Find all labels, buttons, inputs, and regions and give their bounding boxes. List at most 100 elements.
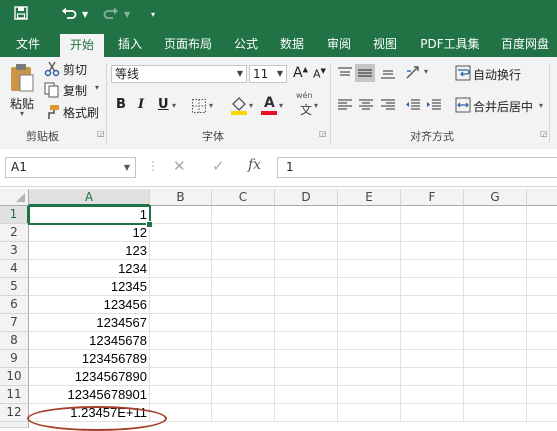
cell[interactable]: [338, 242, 401, 260]
italic-button[interactable]: I: [138, 97, 144, 112]
cell[interactable]: [212, 368, 275, 386]
cell[interactable]: [464, 368, 527, 386]
cell[interactable]: [212, 386, 275, 404]
align-right-icon[interactable]: [380, 98, 396, 115]
cell[interactable]: [464, 386, 527, 404]
fill-handle[interactable]: [146, 221, 153, 228]
row-header[interactable]: 1: [0, 206, 29, 224]
tab-view[interactable]: 视图: [366, 31, 404, 57]
paste-button[interactable]: 粘贴 ▾: [6, 61, 40, 121]
cell[interactable]: [464, 350, 527, 368]
cell[interactable]: [275, 296, 338, 314]
row-header[interactable]: 6: [0, 296, 29, 314]
cell[interactable]: [527, 278, 557, 296]
cell[interactable]: [212, 296, 275, 314]
cell[interactable]: [338, 260, 401, 278]
cell[interactable]: [150, 224, 212, 242]
cell[interactable]: [338, 350, 401, 368]
font-name-select[interactable]: 等线 ▼: [111, 65, 247, 83]
cell[interactable]: [275, 332, 338, 350]
cell[interactable]: [338, 404, 401, 422]
cell[interactable]: [401, 386, 464, 404]
name-box-dropdown-icon[interactable]: ▼: [124, 158, 130, 177]
align-middle-icon[interactable]: [355, 64, 375, 82]
tab-formulas[interactable]: 公式: [227, 31, 265, 57]
cell-a[interactable]: 123: [29, 242, 150, 260]
cell[interactable]: [212, 404, 275, 422]
cell[interactable]: [464, 242, 527, 260]
column-header-b[interactable]: B: [150, 189, 212, 206]
cell[interactable]: [527, 314, 557, 332]
increase-font-size-button[interactable]: A▲: [293, 65, 308, 81]
column-header-c[interactable]: C: [212, 189, 275, 206]
save-icon[interactable]: [14, 6, 28, 24]
row-header[interactable]: 9: [0, 350, 29, 368]
cell-a[interactable]: 123456: [29, 296, 150, 314]
align-left-icon[interactable]: [337, 98, 353, 115]
cell[interactable]: [464, 260, 527, 278]
cell[interactable]: [401, 368, 464, 386]
font-color-icon[interactable]: A: [260, 94, 278, 119]
cell[interactable]: [212, 206, 275, 224]
row-header[interactable]: 7: [0, 314, 29, 332]
cell[interactable]: [212, 350, 275, 368]
cell[interactable]: [150, 278, 212, 296]
orientation-dropdown-icon[interactable]: ▾: [424, 67, 428, 76]
row-header[interactable]: 12: [0, 404, 29, 422]
cut-button[interactable]: 剪切: [44, 60, 94, 78]
column-header-e[interactable]: E: [338, 189, 401, 206]
column-header-f[interactable]: F: [401, 189, 464, 206]
select-all-button[interactable]: [0, 189, 29, 206]
cell[interactable]: [527, 260, 557, 278]
cell[interactable]: [527, 242, 557, 260]
name-box[interactable]: A1 ▼: [5, 157, 136, 178]
cell-a[interactable]: 12345678: [29, 332, 150, 350]
row-header[interactable]: 5: [0, 278, 29, 296]
decrease-indent-icon[interactable]: [405, 98, 421, 115]
decrease-font-size-button[interactable]: A▼: [313, 67, 326, 81]
insert-function-icon[interactable]: fx: [248, 157, 261, 173]
tab-pdf-tools[interactable]: PDF工具集: [412, 31, 488, 57]
cell[interactable]: [401, 242, 464, 260]
cancel-icon[interactable]: ✕: [173, 157, 186, 175]
tab-file[interactable]: 文件: [6, 31, 50, 57]
undo-icon[interactable]: [61, 6, 77, 24]
cell[interactable]: [338, 224, 401, 242]
cell[interactable]: [275, 386, 338, 404]
cell[interactable]: [212, 332, 275, 350]
cell[interactable]: [212, 260, 275, 278]
increase-indent-icon[interactable]: [426, 98, 442, 115]
cell[interactable]: [464, 314, 527, 332]
cell[interactable]: [212, 242, 275, 260]
row-header[interactable]: 4: [0, 260, 29, 278]
tab-data[interactable]: 数据: [273, 31, 311, 57]
cell[interactable]: [150, 404, 212, 422]
cell[interactable]: [464, 224, 527, 242]
cell[interactable]: [401, 404, 464, 422]
tab-home[interactable]: 开始: [60, 34, 104, 57]
cell[interactable]: [401, 314, 464, 332]
cell[interactable]: [527, 224, 557, 242]
formula-input[interactable]: 1: [277, 157, 557, 178]
cell[interactable]: [275, 404, 338, 422]
cell[interactable]: [401, 260, 464, 278]
cell[interactable]: [275, 350, 338, 368]
font-dialog-launcher-icon[interactable]: ◲: [319, 130, 327, 138]
cell-a[interactable]: 1: [29, 206, 150, 224]
row-header[interactable]: 8: [0, 332, 29, 350]
cell[interactable]: [464, 296, 527, 314]
cell[interactable]: [150, 296, 212, 314]
customize-qat-icon[interactable]: ▾: [151, 6, 155, 24]
cell-a[interactable]: 12345678901: [29, 386, 150, 404]
column-header-g[interactable]: G: [464, 189, 527, 206]
cell-a[interactable]: 1234567890: [29, 368, 150, 386]
merge-center-button[interactable]: 合并后居中: [473, 98, 533, 115]
column-header-h[interactable]: [527, 189, 557, 206]
cell[interactable]: [212, 224, 275, 242]
phonetic-guide-pinyin[interactable]: wén: [296, 91, 313, 100]
cell[interactable]: [150, 386, 212, 404]
cell-a[interactable]: 1234567: [29, 314, 150, 332]
cell[interactable]: [150, 368, 212, 386]
undo-dropdown-icon[interactable]: ▼: [82, 6, 88, 24]
cell[interactable]: [150, 350, 212, 368]
